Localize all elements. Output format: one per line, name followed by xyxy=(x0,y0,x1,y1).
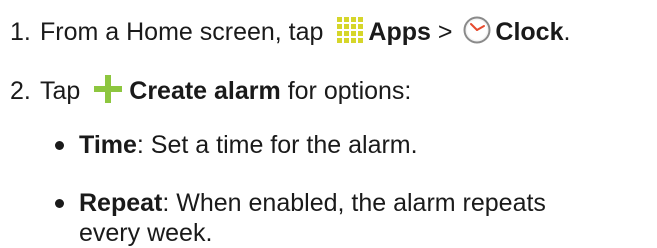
clock-icon xyxy=(463,16,491,44)
step-1: 1. From a Home screen, tap Apps > Clock. xyxy=(10,16,570,47)
step-text-end: for options: xyxy=(280,77,412,105)
instruction-document: 1. From a Home screen, tap Apps > Clock. … xyxy=(0,0,657,247)
clock-label: Clock xyxy=(495,18,564,46)
step-number: 2. xyxy=(10,77,31,105)
apps-label: Apps xyxy=(368,18,431,46)
apps-grid-icon xyxy=(336,16,364,44)
step-end: . xyxy=(563,18,571,46)
separator: > xyxy=(430,18,460,46)
create-alarm-label: Create alarm xyxy=(129,77,281,105)
option-description: : Set a time for the alarm. xyxy=(136,131,418,159)
options-list: Time: Set a time for the alarm. Repeat: … xyxy=(52,130,652,248)
step-text: From a Home screen, tap xyxy=(40,18,331,46)
option-term: Repeat xyxy=(79,189,163,217)
option-repeat: Repeat: When enabled, the alarm repeats … xyxy=(52,188,599,248)
option-time: Time: Set a time for the alarm. xyxy=(52,130,652,160)
step-text: Tap xyxy=(40,77,88,105)
step-2: 2. Tap Create alarm for options: xyxy=(10,74,411,106)
plus-icon xyxy=(93,74,123,104)
step-number: 1. xyxy=(10,18,31,46)
option-term: Time xyxy=(79,131,137,159)
bullet-dot xyxy=(55,141,64,150)
bullet-dot xyxy=(55,199,64,208)
